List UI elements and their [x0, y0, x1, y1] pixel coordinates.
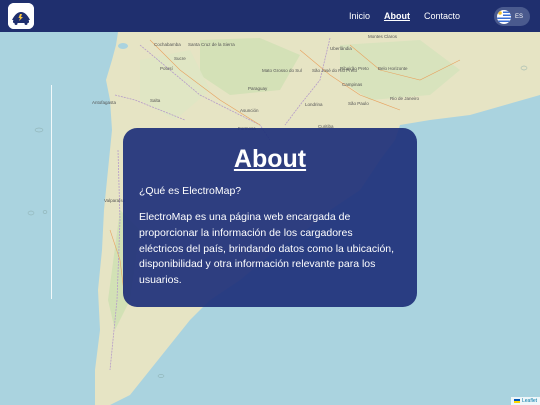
map-label-londrina: Londrina — [305, 102, 323, 107]
map-label-valparaiso: Valparaíso — [104, 198, 126, 203]
map-label-potosi: Potosí — [160, 66, 173, 71]
map-divider-line — [51, 85, 52, 299]
language-code: ES — [515, 13, 524, 20]
map-label-rio: Rio de Janeiro — [390, 96, 420, 101]
map-label-sucre: Sucre — [174, 56, 186, 61]
nav-links: Inicio About Contacto — [349, 0, 460, 32]
about-question: ¿Qué es ElectroMap? — [139, 185, 242, 197]
uruguay-flag-icon — [497, 9, 511, 24]
about-card: About ¿Qué es ElectroMap? ElectroMap es … — [123, 128, 417, 307]
map-label-campinas: Campinas — [342, 82, 363, 87]
map-label-cochabamba: Cochabamba — [154, 42, 181, 47]
leaflet-link[interactable]: Leaflet — [522, 398, 537, 404]
nav-link-inicio[interactable]: Inicio — [349, 11, 370, 21]
map-label-mato-grosso: Mato Grosso do Sul — [262, 68, 302, 73]
nav-link-about[interactable]: About — [384, 11, 410, 21]
map-label-uberlandia: Uberlândia — [330, 46, 352, 51]
map-label-sao-paulo: São Paulo — [348, 101, 369, 106]
navbar: Inicio About Contacto ES — [0, 0, 540, 32]
about-title: About — [233, 145, 307, 173]
about-description: ElectroMap es una página web encargada d… — [139, 211, 395, 287]
map-attribution[interactable]: Leaflet — [510, 397, 540, 405]
map-label-santa-cruz: Santa Cruz de la Sierra — [188, 42, 235, 47]
map-label-asuncion: Asunción — [240, 108, 259, 113]
nav-link-contacto[interactable]: Contacto — [424, 11, 460, 21]
electromap-logo[interactable] — [8, 3, 34, 29]
map-label-ribeirao: Ribeirão Preto — [340, 66, 369, 71]
map-label-salta: Salta — [150, 98, 161, 103]
map-label-montes-claros: Montes Claros — [368, 34, 398, 39]
language-toggle[interactable]: ES — [494, 7, 530, 26]
map-label-belo-horizonte: Belo Horizonte — [378, 66, 408, 71]
leaflet-flag-icon — [513, 399, 520, 403]
map-label-paraguay: Paraguay — [248, 86, 268, 91]
map-label-antofagasta: Antofagasta — [92, 100, 117, 105]
